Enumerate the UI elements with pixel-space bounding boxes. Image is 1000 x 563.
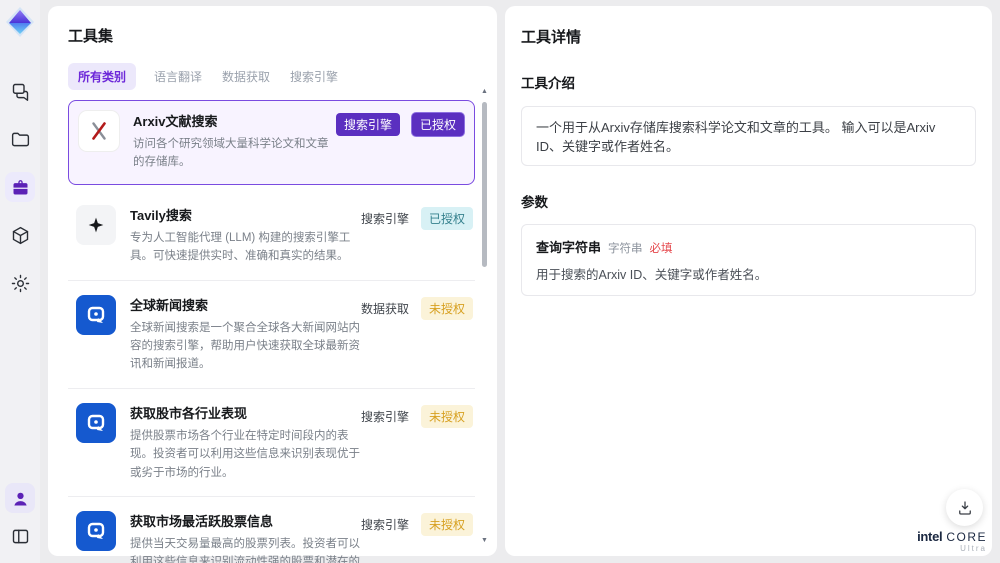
panel-toggle-icon[interactable] — [5, 521, 35, 551]
arxiv-logo-icon — [79, 111, 119, 151]
rail-bottom — [5, 483, 35, 551]
tool-description: 专为人工智能代理 (LLM) 构建的搜索引擎工具。可快速提供实时、准确和真实的结… — [130, 231, 351, 263]
tool-title: Tavily搜索 — [130, 207, 192, 223]
download-icon — [956, 499, 974, 517]
core-sub-label: Ultra — [960, 544, 987, 553]
q-news-icon — [76, 510, 116, 551]
auth-status-badge: 未授权 — [420, 404, 473, 428]
category-label: 数据获取 — [360, 301, 409, 316]
tool-list: Arxiv文献搜索 访问各个研究领域大量科学论文和文章的存储库。 搜索引擎 已授… — [68, 100, 475, 563]
list-scrollbar: ▲ ▼ — [481, 88, 488, 544]
tool-description: 提供当天交易量最高的股票列表。投资者可以利用这些信息来识别流动性强的股票和潜在的… — [130, 537, 360, 563]
parameter-type: 字符串 — [608, 243, 643, 255]
tool-description: 全球新闻搜索是一个聚合全球各大新闻网站内容的搜索引擎，帮助用户快速获取全球最新资… — [130, 321, 360, 371]
tools-panel: 工具集 所有类别 语言翻译 数据获取 搜索引擎 Arxiv文献搜索 访问各个研究… — [48, 6, 497, 563]
parameter-name: 查询字符串 — [536, 240, 602, 255]
scrollbar-down-arrow[interactable]: ▼ — [481, 537, 488, 544]
auth-status-badge: 已授权 — [420, 206, 473, 230]
params-heading: 参数 — [521, 195, 548, 210]
folder-icon[interactable] — [5, 124, 35, 154]
tab-search-engine[interactable]: 搜索引擎 — [288, 63, 340, 90]
cube-icon[interactable] — [5, 220, 35, 250]
tool-card-arxiv[interactable]: Arxiv文献搜索 访问各个研究领域大量科学论文和文章的存储库。 搜索引擎 已授… — [68, 100, 475, 185]
user-icon[interactable] — [5, 483, 35, 513]
tool-title: 全球新闻搜索 — [130, 297, 209, 313]
download-button[interactable] — [946, 489, 983, 526]
details-title: 工具详情 — [521, 29, 582, 46]
tab-language-translation[interactable]: 语言翻译 — [152, 63, 204, 90]
parameter-description: 用于搜索的Arxiv ID、关键字或作者姓名。 — [536, 268, 768, 282]
chat-icon[interactable] — [5, 76, 35, 106]
icon-rail — [0, 0, 40, 563]
core-wordmark: CORE — [946, 530, 987, 544]
auth-status-badge: 未授权 — [420, 512, 473, 536]
tool-row-tavily[interactable]: Tavily搜索 专为人工智能代理 (LLM) 构建的搜索引擎工具。可快速提供实… — [68, 191, 475, 281]
intro-text: 一个用于从Arxiv存储库搜索科学论文和文章的工具。 输入可以是Arxiv ID… — [521, 106, 976, 166]
tool-description: 访问各个研究领域大量科学论文和文章的存储库。 — [133, 138, 329, 169]
category-label: 搜索引擎 — [360, 409, 409, 424]
category-label: 搜索引擎 — [360, 211, 409, 226]
intel-wordmark: intel — [917, 529, 943, 544]
q-news-icon — [76, 402, 116, 443]
tool-title: 获取股市各行业表现 — [130, 405, 248, 421]
tool-description: 提供股票市场各个行业在特定时间段内的表现。投资者可以利用这些信息来识别表现优于或… — [130, 429, 360, 479]
rail-nav — [5, 76, 35, 298]
scrollbar-thumb[interactable] — [482, 102, 487, 267]
q-news-icon — [76, 294, 116, 335]
tool-title: Arxiv文献搜索 — [133, 114, 218, 129]
app-logo-icon — [4, 6, 36, 38]
category-badge: 搜索引擎 — [335, 113, 400, 136]
scrollbar-up-arrow[interactable]: ▲ — [481, 88, 488, 95]
intel-core-logo: intel CORE Ultra — [917, 530, 987, 553]
tab-all-categories[interactable]: 所有类别 — [68, 63, 137, 90]
sparkle-icon — [76, 204, 116, 245]
tool-row-global-news[interactable]: 全球新闻搜索 全球新闻搜索是一个聚合全球各大新闻网站内容的搜索引擎，帮助用户快速… — [68, 281, 475, 389]
category-tabs: 所有类别 语言翻译 数据获取 搜索引擎 — [68, 63, 477, 90]
tab-data-fetch[interactable]: 数据获取 — [220, 63, 272, 90]
briefcase-icon[interactable] — [5, 172, 35, 202]
tools-panel-title: 工具集 — [68, 28, 114, 45]
intro-heading: 工具介绍 — [521, 76, 575, 91]
parameter-card: 查询字符串 字符串 必填 用于搜索的Arxiv ID、关键字或作者姓名。 — [521, 224, 976, 296]
tool-title: 获取市场最活跃股票信息 — [130, 513, 274, 529]
app-window: 工具集 所有类别 语言翻译 数据获取 搜索引擎 Arxiv文献搜索 访问各个研究… — [0, 0, 1000, 563]
gear-icon[interactable] — [5, 268, 35, 298]
details-panel: 工具详情 工具介绍 一个用于从Arxiv存储库搜索科学论文和文章的工具。 输入可… — [505, 6, 992, 556]
auth-status-badge: 未授权 — [420, 296, 473, 320]
parameter-required-flag: 必填 — [649, 243, 673, 255]
category-label: 搜索引擎 — [360, 517, 409, 532]
tool-row-sector-performance[interactable]: 获取股市各行业表现 提供股票市场各个行业在特定时间段内的表现。投资者可以利用这些… — [68, 389, 475, 497]
tool-row-active-stocks[interactable]: 获取市场最活跃股票信息 提供当天交易量最高的股票列表。投资者可以利用这些信息来识… — [68, 497, 475, 563]
auth-status-badge: 已授权 — [411, 113, 464, 136]
